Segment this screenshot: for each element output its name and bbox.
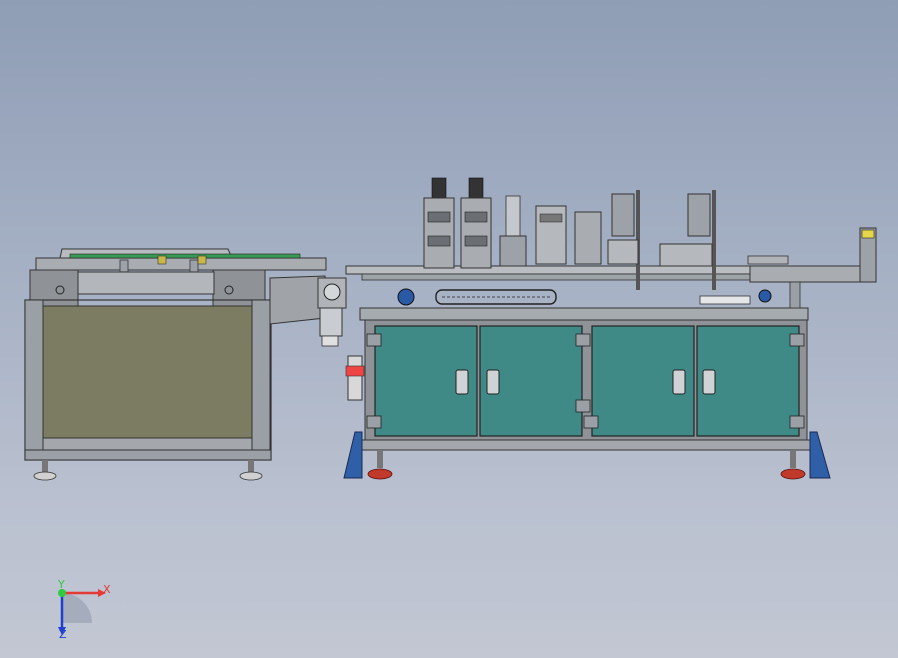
cad-graphics-area[interactable]: X Y Z	[0, 0, 898, 658]
coordinate-triad: X Y Z	[57, 578, 111, 641]
z-axis-label: Z	[59, 628, 67, 641]
assembly-drawing[interactable]: X Y Z	[0, 0, 898, 658]
x-axis-label: X	[103, 583, 111, 596]
air-filter-regulator[interactable]	[345, 355, 365, 401]
press-station-2[interactable]	[460, 177, 492, 269]
press-station-1[interactable]	[423, 177, 455, 269]
left-feeder-unit[interactable]	[24, 248, 327, 481]
drive-motor[interactable]	[317, 277, 347, 347]
upper-rail[interactable]	[345, 265, 803, 306]
main-cabinet[interactable]	[343, 307, 831, 480]
assembly-station-3[interactable]	[499, 195, 567, 267]
y-axis-label: Y	[57, 578, 65, 591]
